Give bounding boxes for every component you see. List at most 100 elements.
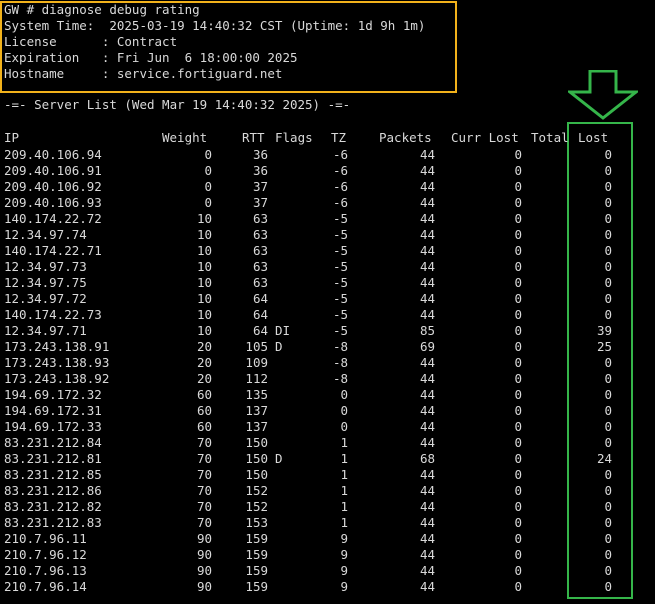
cell-ip: 83.231.212.81 [4, 451, 102, 466]
cell-flags [275, 419, 315, 435]
cell-rtt: 135 [245, 387, 268, 402]
cell-ip: 173.243.138.91 [4, 339, 110, 354]
cell-curr-lost: 0 [514, 195, 522, 210]
cell-rtt: 150 [245, 467, 268, 482]
cell-curr-lost: 0 [514, 419, 522, 434]
cell-flags [275, 467, 315, 483]
cell-packets: 44 [419, 291, 435, 306]
terminal-window[interactable]: GW # diagnose debug rating System Time: … [0, 0, 655, 604]
col-header-total: Total [531, 130, 569, 145]
cell-total-lost: 0 [604, 243, 612, 258]
cell-flags [275, 579, 315, 595]
col-header-packets: Packets [379, 130, 432, 145]
cell-tz: -8 [332, 339, 348, 354]
cell-weight: 10 [196, 243, 212, 258]
cell-flags [275, 147, 315, 163]
cell-flags [275, 291, 315, 307]
cell-flags [275, 211, 315, 227]
cell-curr-lost: 0 [514, 371, 522, 386]
cell-packets: 44 [419, 227, 435, 242]
cell-tz: 1 [340, 483, 348, 498]
cell-packets: 44 [419, 259, 435, 274]
cell-weight: 10 [196, 259, 212, 274]
cell-packets: 85 [419, 323, 435, 338]
cell-flags [275, 547, 315, 563]
cell-ip: 210.7.96.11 [4, 531, 87, 546]
cell-packets: 44 [419, 515, 435, 530]
cell-rtt: 109 [245, 355, 268, 370]
cell-flags [275, 243, 315, 259]
cell-tz: 0 [340, 419, 348, 434]
cell-curr-lost: 0 [514, 355, 522, 370]
cell-total-lost: 0 [604, 483, 612, 498]
cell-weight: 0 [204, 195, 212, 210]
cell-packets: 44 [419, 387, 435, 402]
cell-rtt: 153 [245, 515, 268, 530]
cell-ip: 173.243.138.93 [4, 355, 110, 370]
cell-rtt: 37 [252, 179, 268, 194]
cell-total-lost: 0 [604, 515, 612, 530]
cell-curr-lost: 0 [514, 547, 522, 562]
header-highlight-box [0, 1, 457, 93]
col-header-lost: Lost [578, 130, 609, 145]
cell-rtt: 159 [245, 563, 268, 578]
cell-curr-lost: 0 [514, 227, 522, 242]
cell-tz: 1 [340, 499, 348, 514]
cell-rtt: 36 [252, 147, 268, 162]
cell-total-lost: 0 [604, 355, 612, 370]
cell-rtt: 63 [252, 227, 268, 242]
server-list-title: -=- Server List (Wed Mar 19 14:40:32 202… [4, 97, 351, 112]
cell-tz: -6 [332, 195, 348, 210]
cell-curr-lost: 0 [514, 275, 522, 290]
cell-rtt: 152 [245, 499, 268, 514]
cell-packets: 44 [419, 419, 435, 434]
cell-total-lost: 24 [596, 451, 612, 466]
cell-flags [275, 163, 315, 179]
cell-tz: -8 [332, 371, 348, 386]
cell-rtt: 150 [245, 451, 268, 466]
cell-curr-lost: 0 [514, 451, 522, 466]
cell-curr-lost: 0 [514, 147, 522, 162]
cell-tz: 9 [340, 547, 348, 562]
cell-flags [275, 531, 315, 547]
cell-flags [275, 387, 315, 403]
cell-weight: 70 [196, 483, 212, 498]
cell-ip: 140.174.22.71 [4, 243, 102, 258]
cell-ip: 83.231.212.86 [4, 483, 102, 498]
cell-total-lost: 0 [604, 579, 612, 594]
cell-weight: 0 [204, 163, 212, 178]
cell-curr-lost: 0 [514, 291, 522, 306]
cell-curr-lost: 0 [514, 307, 522, 322]
cell-packets: 44 [419, 547, 435, 562]
cell-ip: 12.34.97.71 [4, 323, 87, 338]
cell-curr-lost: 0 [514, 243, 522, 258]
cell-tz: -5 [332, 291, 348, 306]
cell-ip: 12.34.97.73 [4, 259, 87, 274]
cell-packets: 44 [419, 499, 435, 514]
cell-flags [275, 483, 315, 499]
cell-ip: 12.34.97.72 [4, 291, 87, 306]
cell-weight: 90 [196, 547, 212, 562]
cell-packets: 44 [419, 435, 435, 450]
cell-rtt: 36 [252, 163, 268, 178]
cell-total-lost: 0 [604, 403, 612, 418]
cell-packets: 44 [419, 195, 435, 210]
cell-rtt: 64 [252, 307, 268, 322]
cell-ip: 210.7.96.13 [4, 563, 87, 578]
cell-flags [275, 371, 315, 387]
cell-total-lost: 0 [604, 179, 612, 194]
cell-tz: -5 [332, 211, 348, 226]
cell-flags [275, 563, 315, 579]
cell-packets: 44 [419, 147, 435, 162]
cell-packets: 44 [419, 579, 435, 594]
cell-tz: 0 [340, 387, 348, 402]
cell-total-lost: 0 [604, 531, 612, 546]
cell-total-lost: 0 [604, 163, 612, 178]
cell-packets: 44 [419, 243, 435, 258]
cell-packets: 44 [419, 275, 435, 290]
cell-rtt: 150 [245, 435, 268, 450]
cell-rtt: 37 [252, 195, 268, 210]
cell-rtt: 137 [245, 403, 268, 418]
cell-curr-lost: 0 [514, 403, 522, 418]
cell-flags [275, 515, 315, 531]
